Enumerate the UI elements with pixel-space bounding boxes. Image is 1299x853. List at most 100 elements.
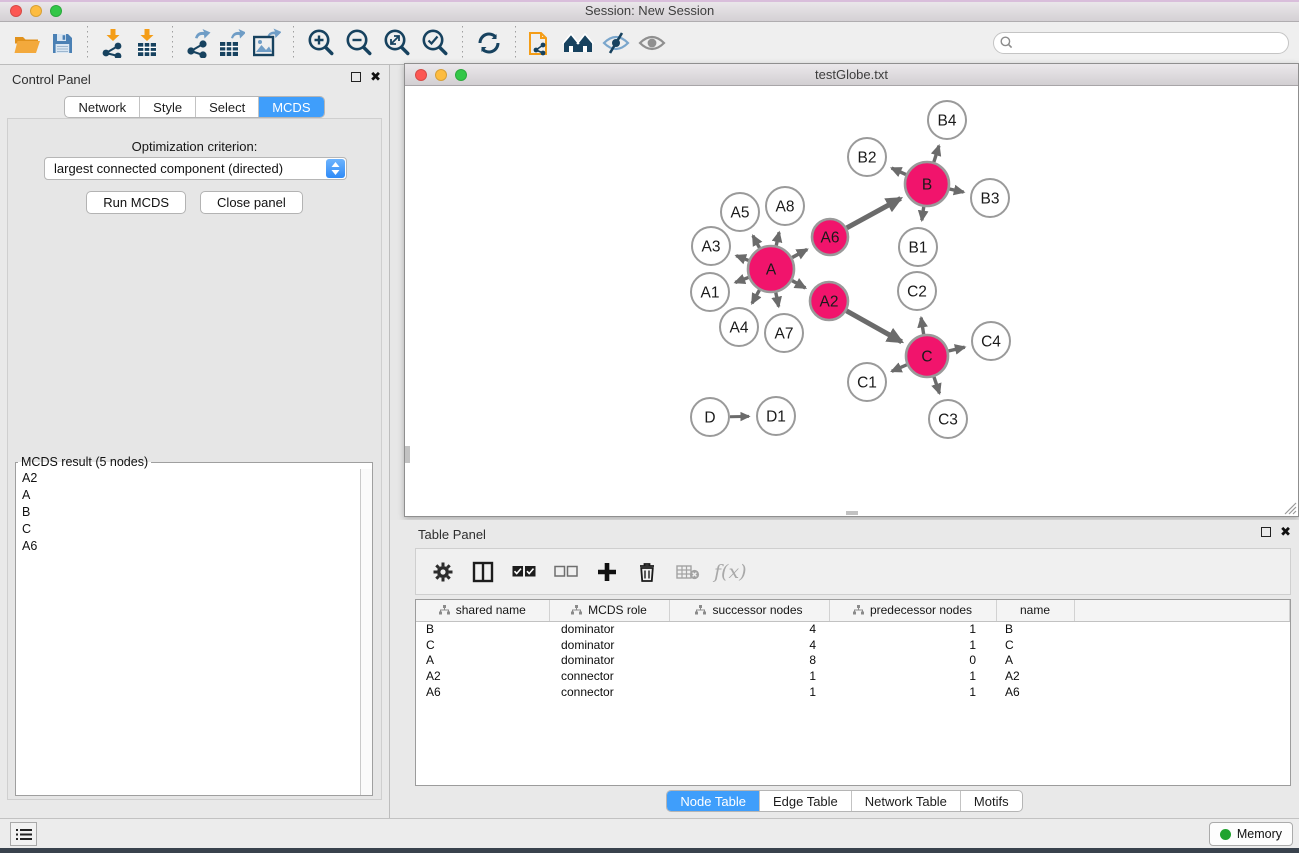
col-name[interactable]: name	[996, 600, 1074, 621]
mcds-result-item[interactable]: C	[16, 520, 360, 537]
table-cell[interactable]: connector	[549, 684, 669, 700]
network-edge-B-B2[interactable]	[892, 168, 906, 174]
add-column-button[interactable]	[592, 554, 622, 590]
result-scrollbar[interactable]	[360, 469, 372, 795]
network-node-B4[interactable]: B4	[928, 101, 966, 139]
table-cell[interactable]: dominator	[549, 652, 669, 668]
network-node-C3[interactable]: C3	[929, 400, 967, 438]
network-node-C[interactable]: C	[906, 335, 948, 377]
save-session-button[interactable]	[45, 25, 79, 61]
run-mcds-button[interactable]: Run MCDS	[86, 191, 186, 214]
mcds-result-item[interactable]: A6	[16, 537, 360, 554]
float-panel-icon[interactable]	[351, 72, 361, 82]
network-canvas[interactable]: B4B2BB3A8A5A6B1A3AC2A1A2A4A7C4CC1DD1C3	[405, 86, 1298, 516]
tab-edge-table[interactable]: Edge Table	[760, 791, 852, 811]
network-edge-A6-B[interactable]	[847, 198, 901, 228]
export-network-button[interactable]	[181, 25, 215, 61]
network-node-A8[interactable]: A8	[766, 187, 804, 225]
network-edge-A-A6[interactable]	[792, 249, 807, 257]
delete-column-button[interactable]	[632, 554, 662, 590]
zoom-in-button[interactable]	[302, 25, 340, 61]
table-cell[interactable]: A6	[416, 684, 549, 700]
network-edge-A-A8[interactable]	[776, 232, 779, 245]
zoom-fit-button[interactable]	[378, 25, 416, 61]
network-edge-B-B3[interactable]	[949, 189, 963, 192]
table-cell[interactable]: A2	[416, 668, 549, 684]
table-row[interactable]: Bdominator41B	[416, 621, 1290, 637]
network-node-C1[interactable]: C1	[848, 363, 886, 401]
export-table-button[interactable]	[215, 25, 249, 61]
import-table-button[interactable]	[130, 25, 164, 61]
close-panel-icon[interactable]: ✖	[370, 72, 381, 82]
network-node-A7[interactable]: A7	[765, 314, 803, 352]
table-cell[interactable]: 4	[669, 637, 829, 653]
float-table-panel-icon[interactable]	[1261, 527, 1271, 537]
mcds-result-item[interactable]: B	[16, 503, 360, 520]
network-node-A2[interactable]: A2	[810, 282, 848, 320]
tab-style[interactable]: Style	[140, 97, 196, 117]
network-edge-C-C1[interactable]	[892, 365, 907, 372]
table-cell[interactable]: B	[996, 621, 1074, 637]
network-edge-A-A5[interactable]	[753, 236, 760, 248]
network-edge-B-B1[interactable]	[922, 207, 924, 221]
tab-network[interactable]: Network	[65, 97, 140, 117]
table-cell[interactable]: 1	[669, 684, 829, 700]
table-cell[interactable]: 1	[829, 684, 996, 700]
network-edge-A2-C[interactable]	[846, 311, 901, 342]
delete-table-button[interactable]	[672, 554, 704, 590]
zoom-out-button[interactable]	[340, 25, 378, 61]
network-edge-A-A2[interactable]	[792, 281, 805, 288]
table-cell[interactable]: connector	[549, 668, 669, 684]
table-cell[interactable]: A6	[996, 684, 1074, 700]
network-node-C2[interactable]: C2	[898, 272, 936, 310]
table-cell[interactable]: A2	[996, 668, 1074, 684]
network-edge-B-B4[interactable]	[934, 146, 939, 162]
col-mcds-role[interactable]: MCDS role	[549, 600, 669, 621]
task-history-button[interactable]	[10, 822, 37, 846]
table-cell[interactable]: 0	[829, 652, 996, 668]
search-input[interactable]	[993, 32, 1289, 54]
table-cell[interactable]: 1	[829, 668, 996, 684]
deselect-all-button[interactable]	[550, 554, 582, 590]
network-edge-C-C3[interactable]	[934, 377, 940, 394]
table-cell[interactable]: dominator	[549, 637, 669, 653]
table-row[interactable]: A6connector11A6	[416, 684, 1290, 700]
import-network-button[interactable]	[96, 25, 130, 61]
network-node-B1[interactable]: B1	[899, 228, 937, 266]
network-node-A[interactable]: A	[748, 246, 794, 292]
col-predecessor-nodes[interactable]: predecessor nodes	[829, 600, 996, 621]
network-node-A6[interactable]: A6	[812, 219, 848, 255]
zoom-selected-button[interactable]	[416, 25, 454, 61]
table-cell[interactable]: A	[416, 652, 549, 668]
network-edge-C-C2[interactable]	[921, 318, 924, 335]
table-row[interactable]: Cdominator41C	[416, 637, 1290, 653]
show-all-networks-button[interactable]	[558, 25, 598, 61]
network-edge-A-A7[interactable]	[776, 293, 779, 307]
window-resize-grip[interactable]	[1284, 502, 1297, 515]
network-edge-A-A1[interactable]	[735, 277, 748, 282]
table-row[interactable]: Adominator80A	[416, 652, 1290, 668]
network-hscroll-tick[interactable]	[846, 511, 858, 515]
table-cell[interactable]: C	[996, 637, 1074, 653]
open-session-button[interactable]	[10, 25, 45, 61]
table-cell[interactable]: B	[416, 621, 549, 637]
col-shared-name[interactable]: shared name	[416, 600, 549, 621]
hide-selected-button[interactable]	[598, 25, 634, 61]
network-vscroll-tick[interactable]	[405, 446, 410, 463]
network-node-C4[interactable]: C4	[972, 322, 1010, 360]
network-node-A1[interactable]: A1	[691, 273, 729, 311]
show-hidden-button[interactable]	[634, 25, 670, 61]
show-columns-button[interactable]	[468, 554, 498, 590]
network-window-titlebar[interactable]: testGlobe.txt	[405, 64, 1298, 86]
function-builder-button[interactable]: f(x)	[714, 561, 747, 583]
table-cell[interactable]: C	[416, 637, 549, 653]
col-successor-nodes[interactable]: successor nodes	[669, 600, 829, 621]
criterion-select[interactable]: largest connected component (directed)	[44, 157, 347, 180]
apply-layout-button[interactable]	[471, 25, 507, 61]
close-panel-button[interactable]: Close panel	[200, 191, 303, 214]
table-cell[interactable]: 4	[669, 621, 829, 637]
table-cell[interactable]: dominator	[549, 621, 669, 637]
network-edge-A-A4[interactable]	[752, 290, 759, 303]
network-node-B3[interactable]: B3	[971, 179, 1009, 217]
table-cell[interactable]: A	[996, 652, 1074, 668]
